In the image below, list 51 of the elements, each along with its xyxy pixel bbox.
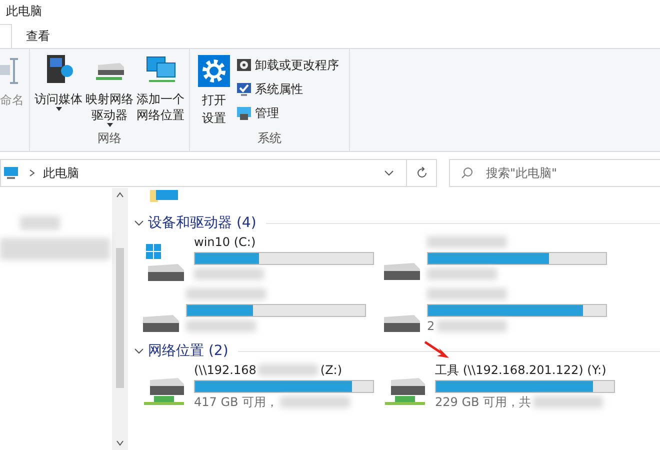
computer-icon <box>236 105 252 121</box>
settings-icon <box>198 55 230 87</box>
redaction-blur <box>186 320 256 332</box>
group-header[interactable]: 网络位置 (2) <box>148 340 228 362</box>
rename-icon <box>0 57 20 85</box>
redaction-blur <box>194 268 264 280</box>
scroll-up-icon[interactable] <box>116 192 124 198</box>
free-space-text: 229 GB 可用，共 <box>435 394 532 411</box>
ribbon-small-button[interactable]: 管理 <box>236 103 339 123</box>
address-bar[interactable]: 此电脑 <box>0 159 437 187</box>
refresh-icon <box>416 167 428 179</box>
window-title: 此电脑 <box>6 3 42 20</box>
ribbon-button[interactable]: 打开 设置 <box>198 55 230 129</box>
group-label: 系统 <box>256 130 282 147</box>
chevron-icon[interactable] <box>134 218 144 228</box>
monitor-check-icon <box>236 81 252 97</box>
address-path: 此电脑 <box>43 165 79 182</box>
drive-icon <box>142 314 180 332</box>
redaction-blur <box>280 396 350 408</box>
drive-icon <box>383 314 421 332</box>
group-header[interactable]: 设备和驱动器 (4) <box>148 212 256 234</box>
ribbon-small-button[interactable]: 卸载或更改程序 <box>236 55 339 75</box>
drive-letter: (Z:) <box>320 362 342 379</box>
scroll-thumb[interactable] <box>116 248 124 388</box>
scrollbar[interactable] <box>112 188 128 450</box>
folder-icon <box>150 190 178 204</box>
free-space-text: 417 GB 可用， <box>194 394 278 411</box>
scroll-down-icon[interactable] <box>116 440 124 446</box>
ribbon-button[interactable]: 访问媒体 <box>34 53 83 129</box>
drive-name: win10 (C:) <box>194 234 256 251</box>
group-label: 网络 <box>96 130 122 147</box>
search-icon <box>461 167 473 179</box>
computer-icon <box>3 166 19 180</box>
search-field[interactable]: 搜索"此电脑" <box>449 159 660 187</box>
drive-name: (\\192.168 <box>194 362 256 379</box>
redaction-blur <box>436 320 507 332</box>
free-space-text: 2 <box>427 318 435 335</box>
ribbon-small-button[interactable]: 系统属性 <box>236 79 339 99</box>
drive-name: 工具 (\\192.168.201.122) (Y:) <box>435 362 606 379</box>
drive-icon <box>383 262 421 280</box>
chevron-icon <box>29 169 35 177</box>
ribbon-button[interactable]: 映射网络 驱动器 <box>85 53 134 129</box>
redaction-blur <box>533 396 604 408</box>
ribbon-button[interactable]: 添加一个 网络位置 <box>136 53 185 129</box>
redaction-blur <box>427 268 497 280</box>
disc-box-icon <box>236 57 252 73</box>
chevron-icon[interactable] <box>134 346 144 356</box>
redaction-blur <box>258 364 318 376</box>
dropdown-icon[interactable] <box>384 169 394 177</box>
redaction-blur <box>20 216 60 230</box>
ribbon-tab[interactable]: 查看 <box>12 24 64 48</box>
